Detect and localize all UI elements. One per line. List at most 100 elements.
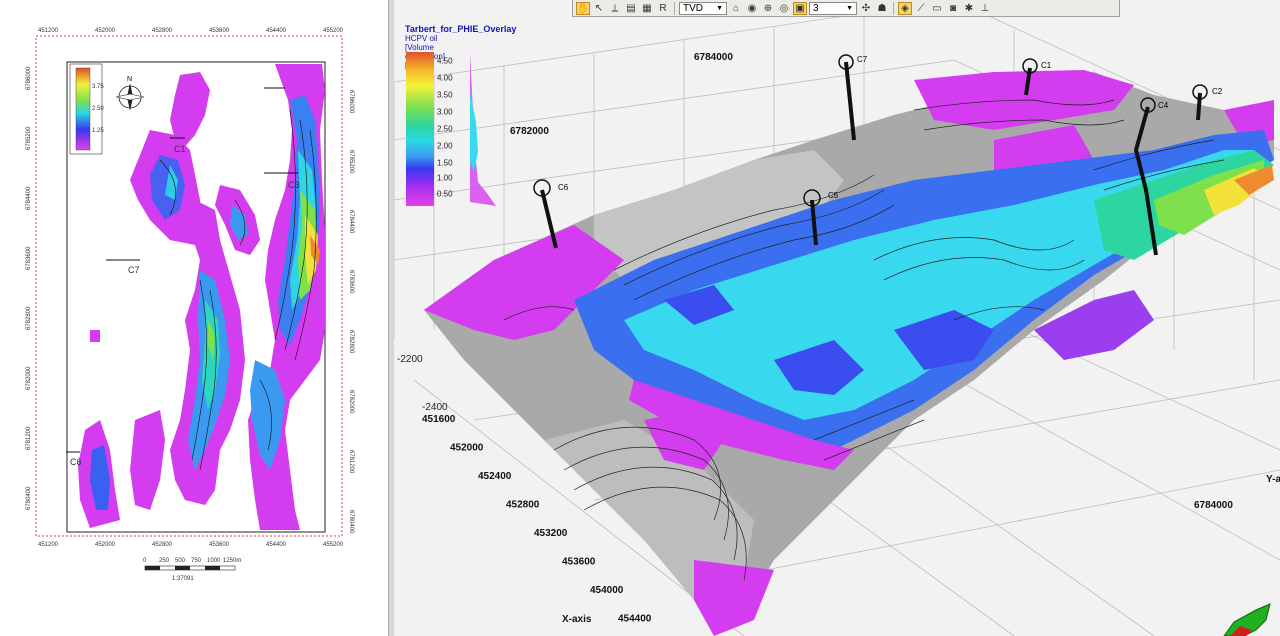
x-axis-tick: 454000 — [590, 585, 624, 596]
map-x-tick: 452000 — [95, 28, 116, 34]
svg-text:C2: C2 — [1212, 87, 1223, 96]
map-x-tick: 451200 — [38, 28, 59, 34]
map-x-ticks-bottom: 451200 452000 452800 453600 454400 455200 — [38, 542, 344, 548]
chart-icon[interactable]: ⟋ — [914, 2, 928, 15]
scale-bar-label: 250 — [159, 558, 170, 564]
window-icon[interactable]: ▭ — [930, 2, 944, 15]
map-legend-colorbar — [75, 67, 91, 151]
capture-icon[interactable]: ☗ — [875, 2, 889, 15]
eraser-icon[interactable]: ◈ — [898, 1, 912, 15]
scale-bar-label: 500 — [175, 558, 186, 564]
x-axis-label: X-axis — [562, 614, 592, 625]
legend-tick: 4.50 — [437, 56, 453, 66]
map-well-c1: C1 — [174, 144, 186, 154]
map-legend-tick-2: 2.50 — [92, 106, 104, 112]
map-x-tick: 451200 — [38, 542, 59, 548]
map-x-tick: 455200 — [323, 542, 344, 548]
legend-ticks: 4.50 4.00 3.50 3.00 2.50 2.00 1.50 1.00 … — [437, 52, 467, 206]
legend-tick: 2.00 — [437, 141, 453, 151]
x-axis-tick: 453200 — [534, 528, 568, 539]
print-icon[interactable]: ▦ — [640, 2, 654, 15]
svg-text:C7: C7 — [857, 55, 868, 64]
map-window[interactable]: 451200 452000 452800 453600 454400 455200 451… — [0, 0, 389, 636]
layer-icon[interactable]: ▤ — [624, 2, 638, 15]
camera-icon[interactable]: ◙ — [946, 2, 960, 15]
map-x-tick: 452800 — [152, 542, 173, 548]
y-tick-right: 6784000 — [1194, 500, 1233, 511]
map-y-ticks-left: 6786000 6785200 6784400 6783600 6782800 67820… — [26, 66, 32, 510]
map-y-tick: 6784400 — [348, 210, 354, 234]
scale-bar-label: 0 — [143, 558, 147, 564]
map-y-tick: 6784400 — [26, 186, 32, 210]
map-y-tick: 6785200 — [348, 150, 354, 174]
map-y-tick: 6786000 — [26, 66, 32, 90]
scale-bar-labels: 0 250 500 750 1000 1250m — [143, 558, 241, 564]
zoom-icon[interactable]: ⊕ — [761, 2, 775, 15]
scale-bar — [144, 565, 236, 571]
map-y-tick: 6782000 — [348, 390, 354, 414]
legend-tick: 2.50 — [437, 124, 453, 134]
legend-colorbar — [406, 52, 434, 206]
ruler-icon[interactable]: ⟂ — [608, 2, 622, 15]
scale-bar-label: 1000 — [207, 558, 221, 564]
hand-icon[interactable]: ✋ — [576, 1, 590, 15]
legend-tick: 3.50 — [437, 90, 453, 100]
map-y-tick: 6786000 — [348, 90, 354, 114]
y-tick-top-1: 6784000 — [694, 52, 733, 63]
legend-histogram — [470, 52, 496, 206]
3d-canvas[interactable]: C7 C1 C4 C2 C6 C5 6784000 6782000 678400… — [394, 0, 1280, 636]
map-y-tick: 6780400 — [348, 510, 354, 534]
orientation-arrow-icon — [1223, 603, 1271, 636]
x-axis-tick: 452800 — [506, 500, 540, 511]
view-toolbar: ✋ ↖ ⟂ ▤ ▦ R TVD ▼ ⌂ ◉ ⊕ ◎ ▣ 3 ▼ ✣ ☗ ◈ ⟋ ▭ … — [572, 0, 1120, 17]
map-x-ticks-top: 451200 452000 452800 453600 454400 455200 — [38, 28, 344, 34]
x-axis-tick: 452400 — [478, 471, 512, 482]
map-y-ticks-right: 6786000 6785200 6784400 6783600 6782800 67820… — [348, 90, 354, 534]
map-x-tick: 454400 — [266, 28, 287, 34]
map-y-tick: 6781200 — [26, 426, 32, 450]
view-mode-select[interactable]: TVD ▼ — [679, 1, 727, 15]
map-canvas[interactable]: 451200 452000 452800 453600 454400 455200 451… — [0, 0, 388, 636]
x-axis-tick: 454400 — [618, 614, 652, 625]
map-x-tick: 454400 — [266, 542, 287, 548]
pin-icon[interactable]: ⊥ — [978, 2, 992, 15]
map-legend-tick-3: 1.25 — [92, 128, 104, 134]
anchor-icon[interactable]: ▣ — [793, 1, 807, 15]
svg-text:C5: C5 — [828, 191, 839, 200]
x-axis-tick: 453600 — [562, 557, 596, 568]
svg-text:C6: C6 — [558, 183, 569, 192]
vertical-exaggeration-select[interactable]: 3 ▼ — [809, 1, 857, 15]
legend-title: Tarbert_for_PHIE_Overlay — [405, 24, 517, 34]
y-tick-top-2: 6782000 — [510, 126, 549, 137]
map-x-tick: 452000 — [95, 542, 116, 548]
map-y-tick: 6785200 — [26, 126, 32, 150]
map-well-c3: C3 — [288, 180, 300, 190]
measure-icon[interactable]: ✣ — [859, 2, 873, 15]
map-well-c6: C6 — [70, 457, 82, 467]
legend-tick: 3.00 — [437, 107, 453, 117]
3d-viewer[interactable]: C7 C1 C4 C2 C6 C5 6784000 6782000 678400… — [394, 0, 1280, 636]
legend-tick: 1.50 — [437, 158, 453, 168]
home-icon[interactable]: ⌂ — [729, 2, 743, 15]
legend-tick: 0.50 — [437, 189, 453, 199]
legend-tick: 4.00 — [437, 73, 453, 83]
map-y-tick: 6780400 — [26, 486, 32, 510]
map-well-c7: C7 — [128, 265, 140, 275]
map-x-tick: 453600 — [209, 28, 230, 34]
scale-bar-label: 750 — [191, 558, 202, 564]
eye-icon[interactable]: ◉ — [745, 2, 759, 15]
map-y-tick: 6783600 — [348, 270, 354, 294]
map-y-tick: 6783600 — [26, 246, 32, 270]
map-y-tick: 6781200 — [348, 450, 354, 474]
rr-icon[interactable]: R — [656, 2, 670, 15]
target-icon[interactable]: ◎ — [777, 2, 791, 15]
z-tick-1: -2200 — [397, 354, 423, 365]
map-x-tick: 453600 — [209, 542, 230, 548]
y-axis-label: Y-a — [1266, 474, 1280, 485]
x-axis-tick: 451600 — [422, 414, 456, 425]
z-tick-2: -2400 — [422, 402, 448, 413]
reservoir-surface — [424, 70, 1274, 636]
pointer-icon[interactable]: ↖ — [592, 2, 606, 15]
settings-icon[interactable]: ✱ — [962, 2, 976, 15]
map-x-tick: 455200 — [323, 28, 344, 34]
